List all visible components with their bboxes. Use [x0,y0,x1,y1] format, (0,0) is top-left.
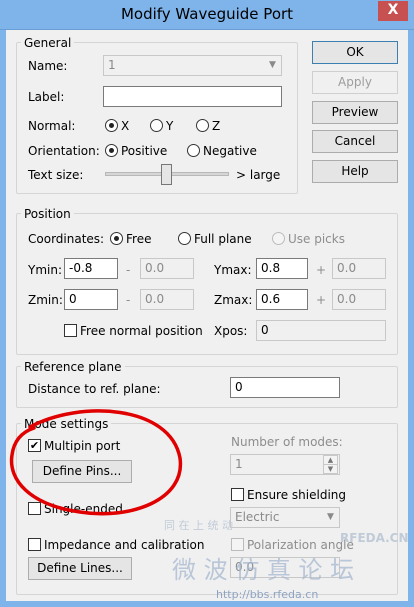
annotation-layer [9,409,183,516]
watermark-small-text: 同 在 上 统 动 [164,519,233,532]
watermark-site: RFEDA.CN [340,531,409,545]
watermark-big-text: 微 波 仿 真 论 坛 [172,556,355,584]
watermark-url: http://bbs.rfeda.cn [216,588,319,601]
red-annotation-ellipse [9,409,183,516]
